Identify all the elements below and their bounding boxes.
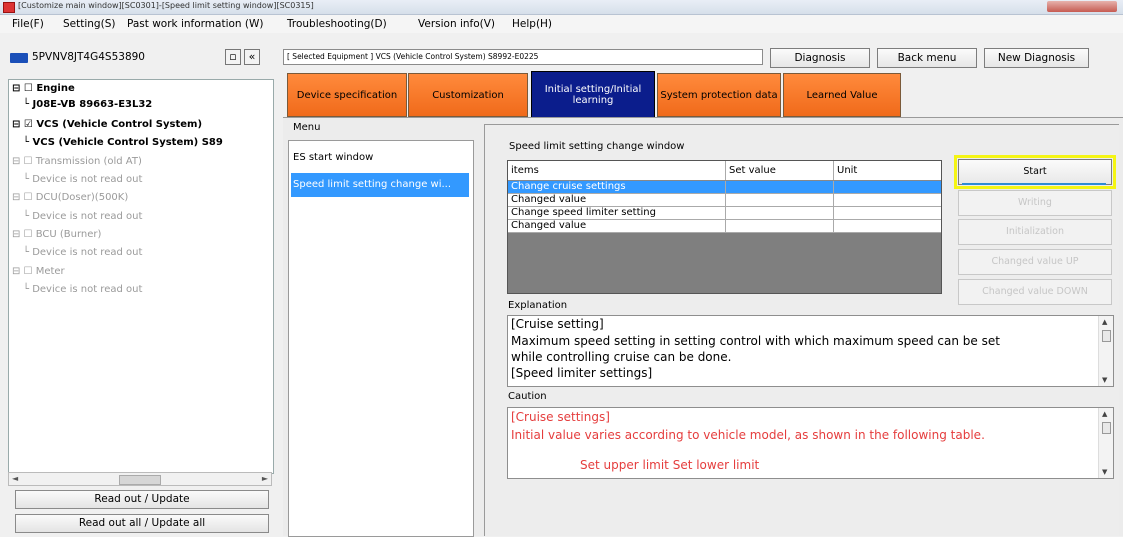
caution-line: [Cruise settings] (511, 410, 610, 424)
table-row[interactable]: Changed value (508, 220, 941, 233)
table-row[interactable]: Change cruise settings (508, 181, 941, 194)
menu-list: ES start window Speed limit setting chan… (288, 140, 474, 537)
caution-textbox[interactable]: [Cruise settings] Initial value varies a… (507, 407, 1114, 479)
start-button-highlight (954, 155, 1116, 189)
tab-device-specification[interactable]: Device specification (287, 73, 407, 117)
app-icon (3, 2, 15, 13)
tab-customization[interactable]: Customization (408, 73, 528, 117)
panel-title: Speed limit setting change window (509, 141, 685, 152)
table-cell-set-value (726, 207, 834, 219)
selected-equipment-bar: [ Selected Equipment ] VCS (Vehicle Cont… (283, 49, 763, 65)
tree-item-dcu[interactable]: ⊟ ☐ DCU(Doser)(500K) (12, 192, 128, 203)
table-row[interactable]: Change speed limiter setting (508, 207, 941, 220)
table-cell-unit (834, 220, 941, 232)
tree-item-vcs-ecu[interactable]: └ VCS (Vehicle Control System) S89 (23, 137, 223, 148)
caution-line: Set upper limit Set lower limit (580, 458, 760, 472)
scrollbar-thumb[interactable] (1102, 330, 1111, 342)
tree-horizontal-scrollbar[interactable]: ◄ ► (8, 472, 272, 486)
explanation-line: while controlling cruise can be done. (511, 350, 732, 364)
tab-initial-setting[interactable]: Initial setting/Initial learning (531, 71, 655, 119)
caution-line: Initial value varies according to vehicl… (511, 428, 985, 442)
table-cell-set-value (726, 181, 834, 193)
scroll-right-icon[interactable]: ► (262, 474, 268, 483)
changed-value-up-button[interactable]: Changed value UP (958, 249, 1112, 275)
settings-table: items Set value Unit Change cruise setti… (507, 160, 942, 294)
scroll-up-icon[interactable]: ▲ (1102, 318, 1107, 326)
tree-item-engine[interactable]: ⊟ ☐ Engine (12, 83, 75, 94)
scroll-down-icon[interactable]: ▼ (1102, 468, 1107, 476)
table-row[interactable]: Changed value (508, 194, 941, 207)
diagnosis-button[interactable]: Diagnosis (770, 48, 870, 68)
menu-troubleshooting[interactable]: Troubleshooting(D) (287, 18, 387, 30)
back-menu-button[interactable]: Back menu (877, 48, 977, 68)
tree-item-bcu-status: └ Device is not read out (23, 247, 143, 258)
scroll-left-icon[interactable]: ◄ (12, 474, 18, 483)
tree-item-transmission[interactable]: ⊟ ☐ Transmission (old AT) (12, 156, 142, 167)
changed-value-down-button[interactable]: Changed value DOWN (958, 279, 1112, 305)
vehicle-vin: 5PVNV8JT4G4S53890 (32, 51, 145, 63)
table-cell-set-value (726, 220, 834, 232)
window-controls[interactable] (1047, 1, 1117, 12)
column-header-set-value[interactable]: Set value (726, 161, 834, 180)
new-diagnosis-button[interactable]: New Diagnosis (984, 48, 1089, 68)
menu-help[interactable]: Help(H) (512, 18, 552, 30)
menu-file[interactable]: File(F) (12, 18, 44, 30)
tree-item-meter-status: └ Device is not read out (23, 284, 143, 295)
explanation-label: Explanation (508, 300, 568, 311)
scrollbar-thumb[interactable] (119, 475, 161, 485)
tree-item-dcu-status: └ Device is not read out (23, 211, 143, 222)
tab-system-protection[interactable]: System protection data (657, 73, 781, 117)
menu-setting[interactable]: Setting(S) (63, 18, 115, 30)
menu-item-es-start[interactable]: ES start window (293, 152, 373, 163)
tree-item-meter[interactable]: ⊟ ☐ Meter (12, 266, 65, 277)
column-header-items[interactable]: items (508, 161, 726, 180)
table-cell-unit (834, 194, 941, 206)
window-title: [Customize main window][SC0301]-[Speed l… (18, 1, 314, 10)
table-cell-unit (834, 207, 941, 219)
menu-version-info[interactable]: Version info(V) (418, 18, 495, 30)
menu-item-speed-limit[interactable]: Speed limit setting change wi... (291, 173, 469, 197)
initialization-button[interactable]: Initialization (958, 219, 1112, 245)
view-toggle-button[interactable]: ▫ (225, 49, 241, 65)
equipment-tree: ⊟ ☐ Engine └ J08E-VB 89663-E3L32 ⊟ ☑ VCS… (8, 79, 274, 474)
table-cell-unit (834, 181, 941, 193)
table-cell-item: Change speed limiter setting (508, 207, 726, 219)
truck-icon (10, 53, 28, 63)
explanation-line: Maximum speed setting in setting control… (511, 334, 1000, 348)
scroll-up-icon[interactable]: ▲ (1102, 410, 1107, 418)
explanation-textbox[interactable]: [Cruise setting] Maximum speed setting i… (507, 315, 1114, 387)
table-header-row: items Set value Unit (508, 161, 941, 181)
writing-button[interactable]: Writing (958, 190, 1112, 216)
table-cell-item: Changed value (508, 220, 726, 232)
explanation-line: [Cruise setting] (511, 317, 604, 331)
tree-item-transmission-status: └ Device is not read out (23, 174, 143, 185)
read-out-update-button[interactable]: Read out / Update (15, 490, 269, 509)
read-out-all-button[interactable]: Read out all / Update all (15, 514, 269, 533)
menu-past-work[interactable]: Past work information (W) (127, 18, 263, 30)
title-bar: [Customize main window][SC0301]-[Speed l… (0, 0, 1123, 15)
menu-header: Menu (293, 122, 321, 133)
column-header-unit[interactable]: Unit (834, 161, 941, 180)
tree-item-engine-ecu[interactable]: └ J08E-VB 89663-E3L32 (23, 99, 152, 110)
collapse-panel-button[interactable]: « (244, 49, 260, 65)
explanation-scrollbar[interactable]: ▲ ▼ (1098, 316, 1113, 386)
table-cell-item: Changed value (508, 194, 726, 206)
caution-label: Caution (508, 391, 547, 402)
scroll-down-icon[interactable]: ▼ (1102, 376, 1107, 384)
explanation-line: [Speed limiter settings] (511, 366, 653, 380)
table-cell-set-value (726, 194, 834, 206)
caution-scrollbar[interactable]: ▲ ▼ (1098, 408, 1113, 478)
table-cell-item: Change cruise settings (508, 181, 726, 193)
scrollbar-thumb[interactable] (1102, 422, 1111, 434)
tree-item-bcu[interactable]: ⊟ ☐ BCU (Burner) (12, 229, 101, 240)
menu-bar: File(F) Setting(S) Past work information… (0, 15, 1123, 33)
tab-learned-value[interactable]: Learned Value (783, 73, 901, 117)
tree-item-vcs[interactable]: ⊟ ☑ VCS (Vehicle Control System) (12, 119, 202, 130)
